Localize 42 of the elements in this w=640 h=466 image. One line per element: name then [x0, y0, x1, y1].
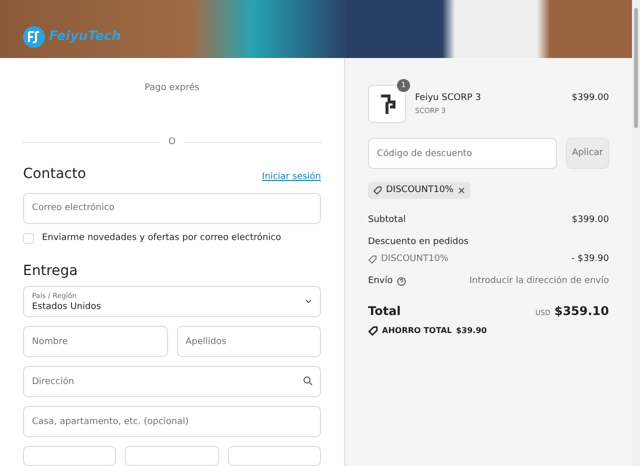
input-field[interactable]: [228, 446, 321, 466]
newsletter-label: Enviarme novedades y ofertas por correo electrónico: [42, 232, 282, 244]
logo-icon: [23, 26, 45, 48]
name-field[interactable]: Apellidos: [176, 326, 321, 357]
chevron-down-icon: [305, 299, 312, 304]
savings-label: AHORRO TOTAL: [382, 325, 452, 337]
divider-label: O: [168, 136, 176, 149]
input-field[interactable]: [125, 446, 219, 466]
close-icon[interactable]: [458, 187, 464, 194]
line-label: Subtotal: [368, 214, 406, 227]
address-field[interactable]: Dirección: [23, 366, 321, 397]
name-field[interactable]: Nombre: [23, 326, 168, 357]
email-field[interactable]: Correo electrónico: [23, 192, 321, 224]
address-line-field[interactable]: Casa, apartamento, etc. (opcional): [23, 406, 321, 437]
section-title: Entrega: [23, 262, 79, 281]
login-link[interactable]: Iniciar sesión: [262, 171, 321, 184]
logo-text: FeiyuTech: [49, 28, 121, 46]
total-label: Total: [368, 303, 401, 320]
line-value: $399.00: [572, 214, 609, 227]
discount-code: DISCOUNT10%: [386, 184, 454, 197]
product-price: $399.00: [572, 92, 609, 105]
discount-code-field[interactable]: Código de descuento: [368, 138, 557, 169]
tag-icon: [368, 255, 377, 264]
line-label: Descuento en pedidos: [368, 236, 470, 248]
apply-button[interactable]: Aplicar: [566, 138, 609, 169]
total-value: $359.10: [554, 303, 609, 320]
tag-icon: [368, 326, 378, 336]
express-checkout-label: Pago exprés: [144, 82, 200, 95]
discount-code: DISCOUNT10%: [381, 253, 448, 266]
section-title: Contacto: [23, 164, 86, 184]
field-value: Estados Unidos: [32, 302, 101, 312]
product-name: Feiyu SCORP 3: [415, 92, 482, 105]
search-icon: [303, 376, 313, 386]
scrollbar[interactable]: [632, 0, 640, 466]
help-icon[interactable]: [396, 276, 406, 286]
line-value: - $39.90: [571, 253, 609, 266]
savings-value: $39.90: [456, 325, 487, 337]
newsletter-checkbox[interactable]: [23, 232, 34, 244]
line-label: Envío: [368, 274, 393, 288]
line-value: Introducir la dirección de envío: [469, 274, 609, 288]
input-field[interactable]: [23, 446, 116, 466]
tag-icon: [373, 186, 382, 195]
